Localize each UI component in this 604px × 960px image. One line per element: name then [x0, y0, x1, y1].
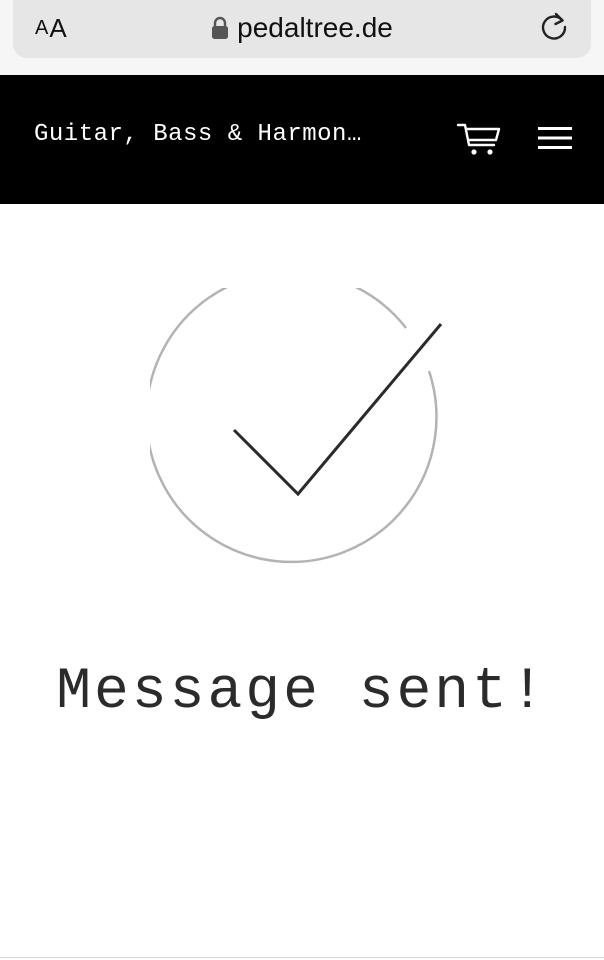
- check-circle-icon: [150, 288, 443, 564]
- bottom-divider: [0, 957, 604, 958]
- reload-icon[interactable]: [537, 10, 571, 44]
- url-text: pedaltree.de: [237, 12, 393, 43]
- message-sent-text: Message sent!: [56, 660, 548, 725]
- site-header: Guitar, Bass & Harmon…: [0, 75, 604, 204]
- success-checkmark: [232, 323, 443, 497]
- menu-icon[interactable]: [538, 125, 572, 151]
- site-title[interactable]: Guitar, Bass & Harmon…: [34, 121, 362, 148]
- url-display[interactable]: pedaltree.de: [13, 8, 591, 48]
- success-circle: [150, 288, 438, 564]
- browser-toolbar: AA pedaltree.de: [0, 0, 604, 75]
- lock-icon: [212, 16, 229, 39]
- address-bar[interactable]: AA pedaltree.de: [13, 0, 591, 58]
- cart-icon[interactable]: [456, 121, 502, 157]
